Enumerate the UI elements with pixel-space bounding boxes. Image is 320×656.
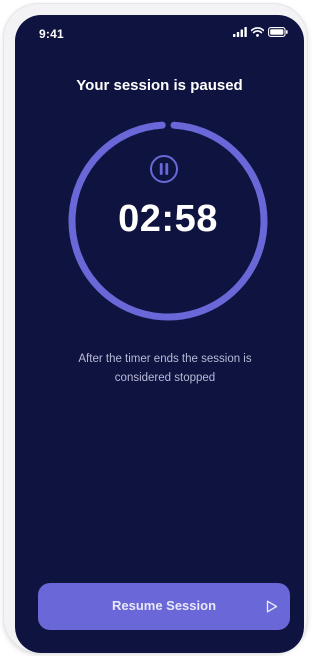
session-title: Your session is paused bbox=[76, 77, 243, 94]
status-time: 9:41 bbox=[39, 27, 64, 41]
wifi-icon bbox=[251, 27, 264, 37]
session-message: After the timer ends the session is cons… bbox=[78, 353, 252, 384]
status-icons bbox=[233, 27, 288, 37]
resume-session-button[interactable]: Resume Session bbox=[38, 583, 290, 630]
play-icon bbox=[266, 600, 278, 613]
app-screen: 9:41 Your session is paused 02:58 After … bbox=[15, 15, 304, 653]
status-bar: 9:41 bbox=[15, 15, 304, 49]
resume-session-label: Resume Session bbox=[111, 598, 217, 613]
battery-icon bbox=[268, 27, 288, 37]
pause-icon bbox=[150, 155, 178, 183]
signal-icon bbox=[233, 27, 247, 37]
phone-frame: 9:41 Your session is paused 02:58 After … bbox=[4, 4, 307, 653]
timer-countdown: 02:58 bbox=[118, 198, 218, 240]
